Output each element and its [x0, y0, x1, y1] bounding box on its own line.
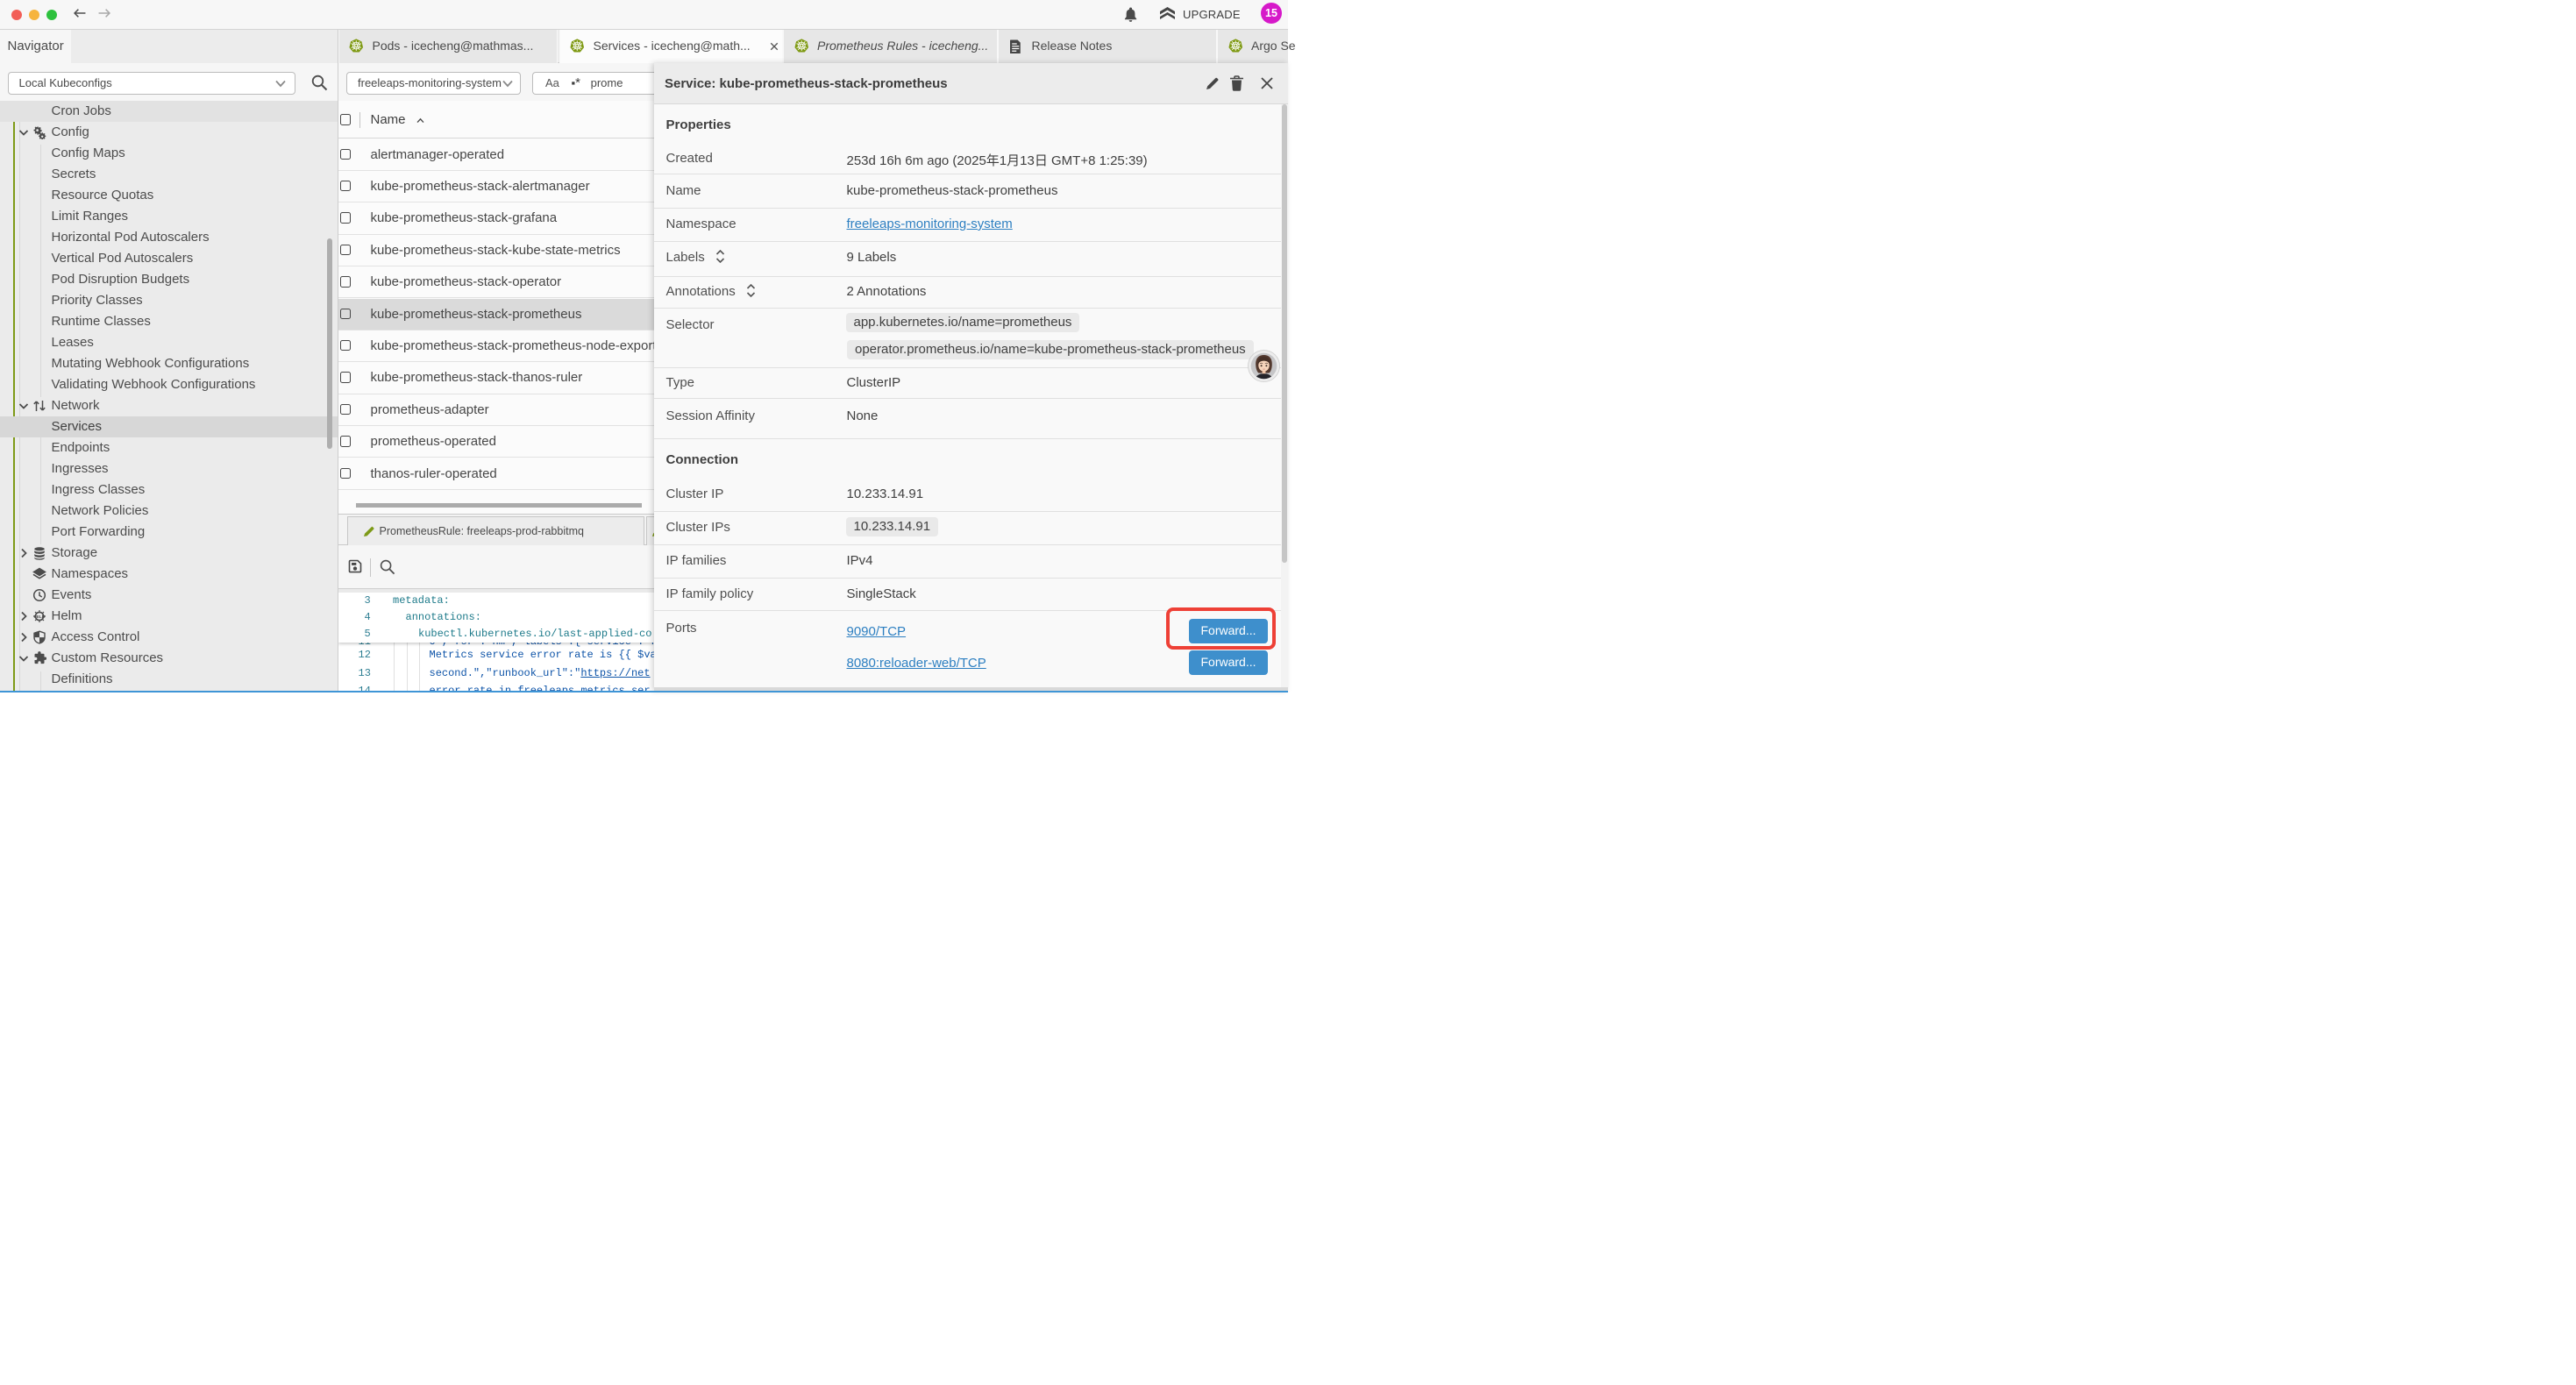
svg-text:HELM: HELM [34, 614, 46, 619]
